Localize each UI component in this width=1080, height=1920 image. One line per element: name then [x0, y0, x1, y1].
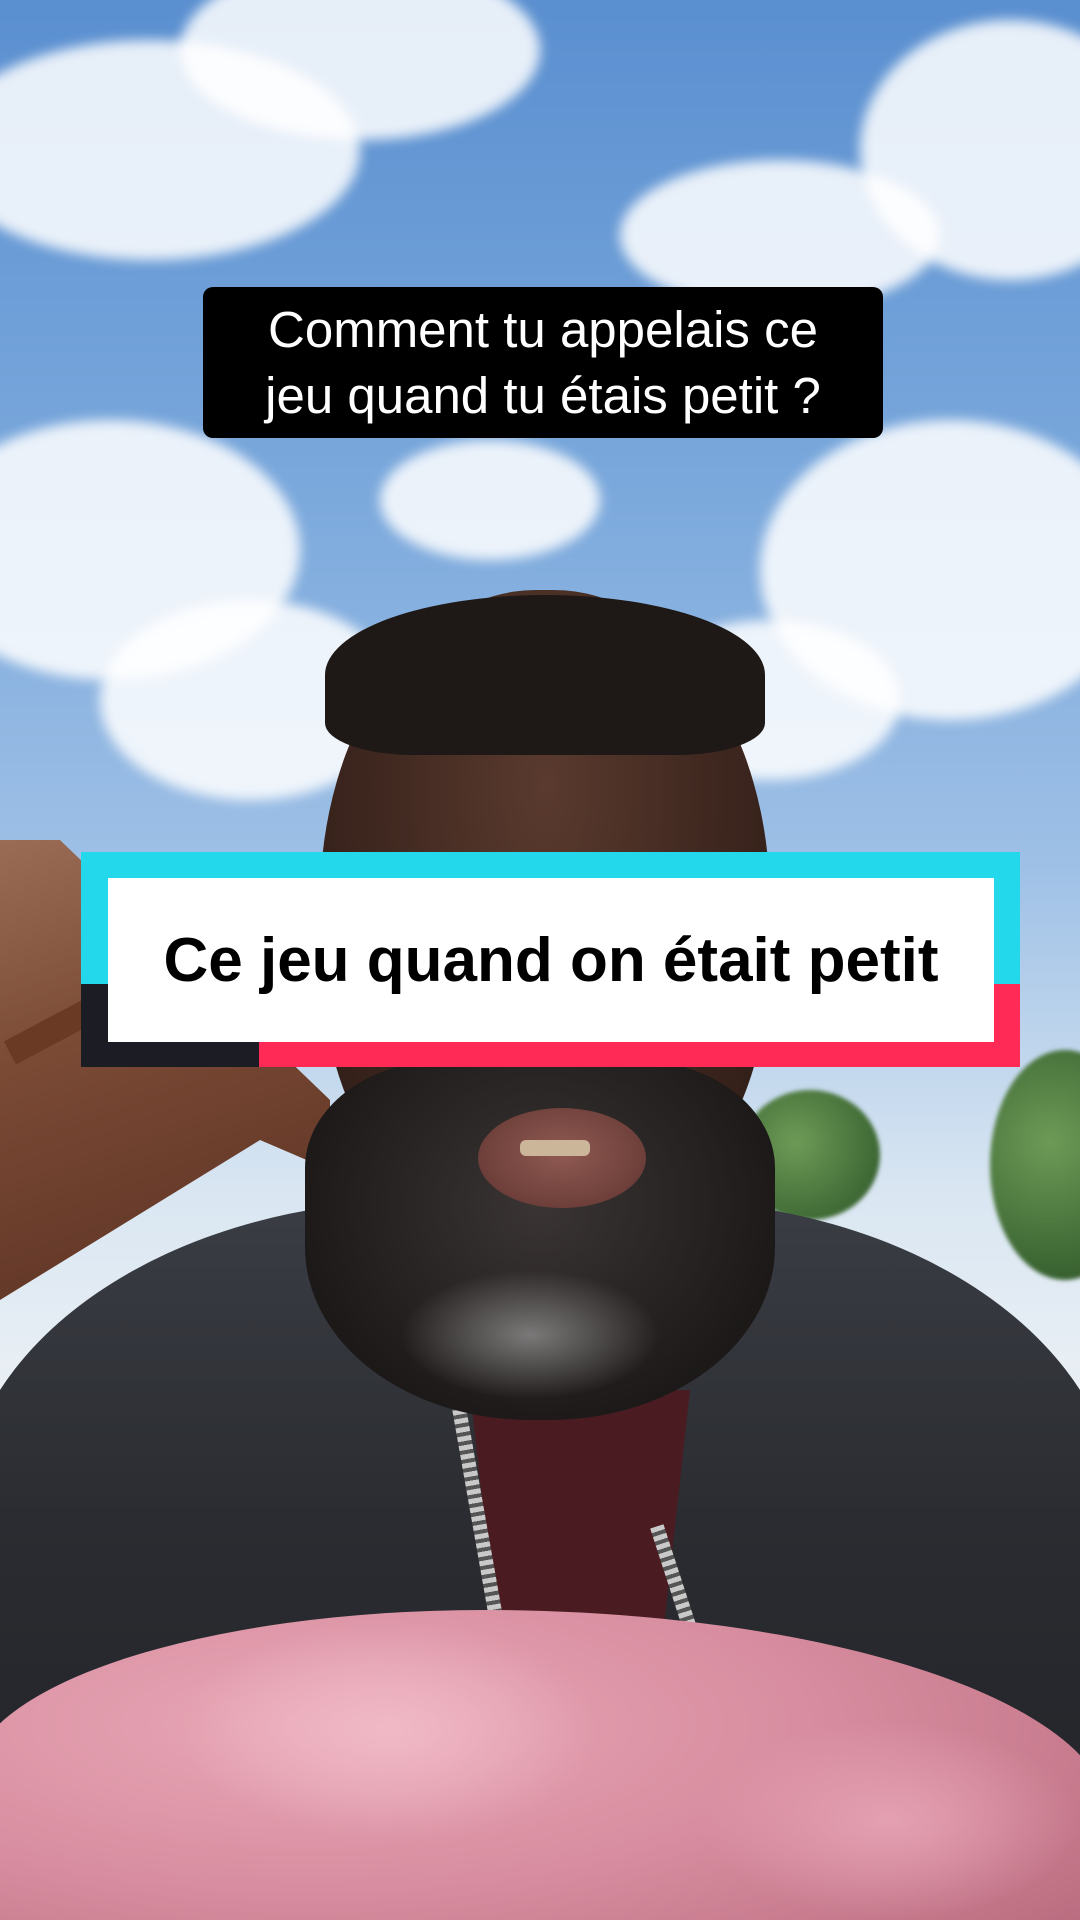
- cloud: [380, 440, 600, 560]
- title-card-text: Ce jeu quand on était petit: [163, 925, 939, 995]
- beard-gray: [400, 1270, 660, 1400]
- pink-fleece-highlight: [180, 1620, 600, 1840]
- teeth: [520, 1140, 590, 1156]
- title-card-panel: Ce jeu quand on était petit: [108, 878, 994, 1042]
- question-caption-text: Comment tu appelais ce jeu quand tu étai…: [265, 300, 821, 424]
- video-frame[interactable]: Comment tu appelais ce jeu quand tu étai…: [0, 0, 1080, 1920]
- pink-fleece-highlight: [700, 1720, 1080, 1920]
- question-caption: Comment tu appelais ce jeu quand tu étai…: [203, 287, 883, 438]
- hair: [325, 595, 765, 755]
- mouth: [478, 1108, 646, 1208]
- title-card: Ce jeu quand on était petit: [81, 852, 1020, 1067]
